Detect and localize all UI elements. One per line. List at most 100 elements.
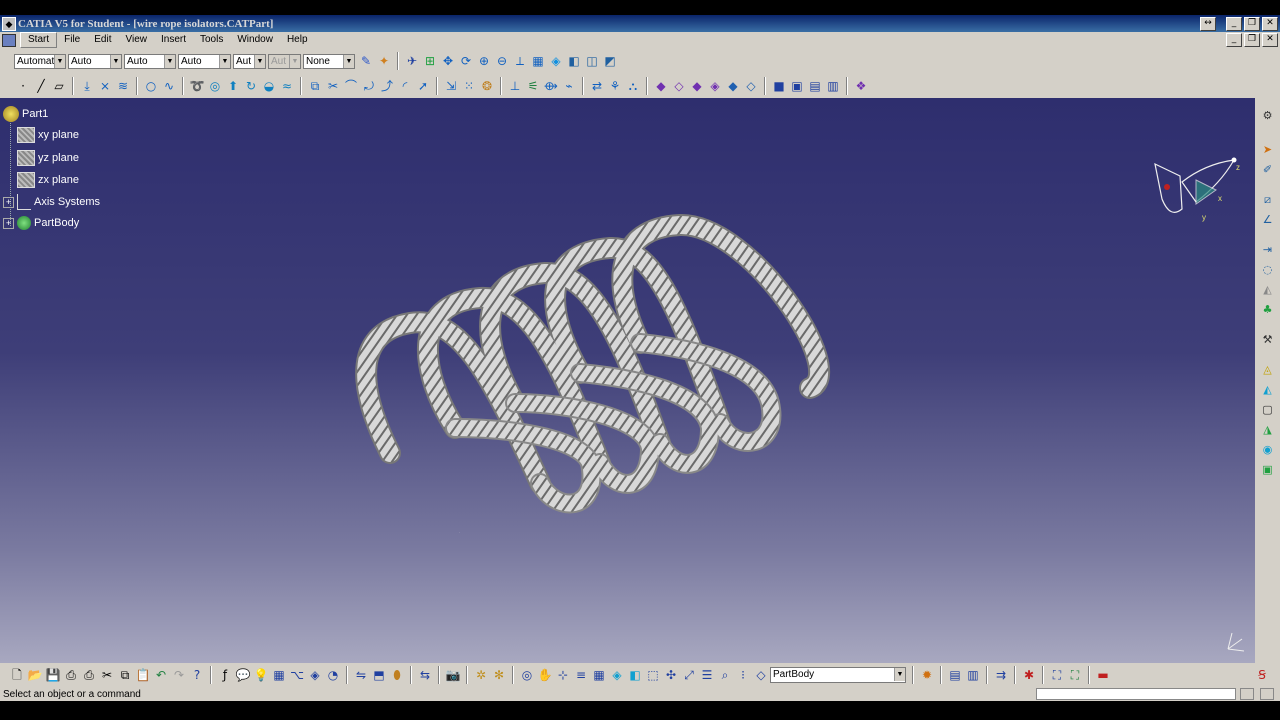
zoom-in-icon[interactable]: ⊕ bbox=[476, 53, 492, 69]
assemble-icon[interactable]: ▥ bbox=[825, 78, 841, 94]
properties-icon[interactable]: ✦ bbox=[376, 53, 392, 69]
doc-restore-button[interactable]: ❐ bbox=[1244, 33, 1260, 47]
formula-icon[interactable]: ƒ bbox=[217, 667, 233, 683]
layer-select[interactable]: Aut ▼ bbox=[268, 53, 301, 69]
spiral-icon[interactable]: ◎ bbox=[207, 78, 223, 94]
plane-create-icon[interactable]: ◬ bbox=[1260, 362, 1276, 378]
new-file-icon[interactable]: 🗋 bbox=[9, 667, 25, 683]
format-painter-icon[interactable]: ✎ bbox=[358, 53, 374, 69]
multi-view-icon[interactable]: ▦ bbox=[530, 53, 546, 69]
print-icon[interactable]: ⎙ bbox=[63, 667, 79, 683]
search-icon[interactable]: ⌕ bbox=[717, 667, 733, 683]
table-icon[interactable]: ▦ bbox=[271, 667, 287, 683]
stop-update-icon[interactable]: ⬮ bbox=[389, 667, 405, 683]
join-icon[interactable]: ⧉ bbox=[307, 78, 323, 94]
fit-selection-icon[interactable]: ⬚ bbox=[645, 667, 661, 683]
plane-tool-icon[interactable]: ▱ bbox=[51, 78, 67, 94]
measure-icon[interactable]: ⇥ bbox=[1260, 242, 1276, 258]
boundary-create-icon[interactable]: ◭ bbox=[1260, 382, 1276, 398]
menu-view[interactable]: View bbox=[118, 33, 154, 47]
define-work-object-icon[interactable]: ◇ bbox=[753, 667, 769, 683]
select-icon[interactable]: ➤ bbox=[1260, 142, 1276, 158]
menu-tools[interactable]: Tools bbox=[193, 33, 230, 47]
redo-icon[interactable]: ↷ bbox=[171, 667, 187, 683]
line-thickness-select[interactable]: Auto ▼ bbox=[124, 53, 176, 69]
3d-viewport[interactable]: Part1 xy plane yz plane zx plane + Axis … bbox=[0, 98, 1255, 663]
line-icon[interactable]: ╱ bbox=[33, 78, 49, 94]
surface-create-icon[interactable]: ◮ bbox=[1260, 422, 1276, 438]
apply-material-icon[interactable]: ♣ bbox=[1260, 302, 1276, 318]
move-icon[interactable]: ✣ bbox=[663, 667, 679, 683]
pocket-icon[interactable]: ◇ bbox=[671, 78, 687, 94]
stack-icon[interactable]: ⁝ bbox=[735, 667, 751, 683]
intersect-icon[interactable]: ⨯ bbox=[97, 78, 113, 94]
fillet-icon[interactable]: ◜ bbox=[397, 78, 413, 94]
minimize-button[interactable]: _ bbox=[1226, 16, 1242, 31]
isolate-icon[interactable]: ⚘ bbox=[607, 78, 623, 94]
circle-icon[interactable]: ○ bbox=[143, 78, 159, 94]
split-icon[interactable]: ✂ bbox=[325, 78, 341, 94]
menu-edit[interactable]: Edit bbox=[87, 33, 118, 47]
knowledge-advisor-icon[interactable]: ✱ bbox=[1021, 667, 1037, 683]
trim-icon[interactable]: ⌒ bbox=[343, 78, 359, 94]
doc-close-button[interactable]: ✕ bbox=[1262, 33, 1278, 47]
menu-window[interactable]: Window bbox=[230, 33, 280, 47]
line-color-select[interactable]: Auto ▼ bbox=[68, 53, 122, 69]
tree-item-zx-plane[interactable]: zx plane bbox=[17, 172, 79, 188]
swap-icon[interactable]: ⇆ bbox=[417, 667, 433, 683]
point-create-icon[interactable]: ▢ bbox=[1260, 402, 1276, 418]
lightbulb-icon[interactable]: 💡 bbox=[253, 667, 269, 683]
measure-item-icon[interactable]: ◌ bbox=[1260, 262, 1276, 278]
reference-element-icon[interactable]: ⛶ bbox=[1049, 667, 1065, 683]
rotate-icon[interactable]: ⟳ bbox=[458, 53, 474, 69]
menu-help[interactable]: Help bbox=[280, 33, 315, 47]
swap-visible-space-icon[interactable]: ◩ bbox=[602, 53, 618, 69]
helix-icon[interactable]: ➰ bbox=[189, 78, 205, 94]
analysis-icon[interactable]: ⟴ bbox=[543, 78, 559, 94]
extract-icon[interactable]: ⤴ bbox=[379, 78, 395, 94]
grid-icon[interactable]: ▦ bbox=[591, 667, 607, 683]
point-icon[interactable]: · bbox=[15, 78, 31, 94]
multi-section-icon[interactable]: ❖ bbox=[853, 78, 869, 94]
tree-expand-icon[interactable]: ≡ bbox=[573, 667, 589, 683]
hide-show-icon[interactable]: ◫ bbox=[584, 53, 600, 69]
command-input[interactable] bbox=[1036, 688, 1236, 700]
sphere-icon[interactable]: ◒ bbox=[261, 78, 277, 94]
macro-icon[interactable]: ◔ bbox=[325, 667, 341, 683]
knowledge-icon[interactable]: ❂ bbox=[479, 78, 495, 94]
view-cube-icon[interactable]: ◧ bbox=[627, 667, 643, 683]
zoom-out-icon[interactable]: ⊖ bbox=[494, 53, 510, 69]
current-body-select[interactable]: PartBody ▼ bbox=[770, 667, 906, 683]
render-style-select[interactable]: None ▼ bbox=[303, 53, 355, 69]
properties-list-icon[interactable]: ☰ bbox=[699, 667, 715, 683]
undo-icon[interactable]: ↶ bbox=[153, 667, 169, 683]
groove-icon[interactable]: ◈ bbox=[707, 78, 723, 94]
comment-icon[interactable]: 💬 bbox=[235, 667, 251, 683]
hole-icon[interactable]: ✹ bbox=[919, 667, 935, 683]
normal-view-icon[interactable]: ⟂ bbox=[512, 53, 528, 69]
pattern-icon[interactable]: ⁙ bbox=[461, 78, 477, 94]
replace-icon[interactable]: ⇄ bbox=[589, 78, 605, 94]
cut-icon[interactable]: ✂ bbox=[99, 667, 115, 683]
publish-icon[interactable]: ⇉ bbox=[993, 667, 1009, 683]
parallel-curve-icon[interactable]: ≋ bbox=[115, 78, 131, 94]
whats-this-icon[interactable]: ? bbox=[189, 667, 205, 683]
expand-icon[interactable]: + bbox=[3, 196, 14, 208]
spline-icon[interactable]: ∿ bbox=[161, 78, 177, 94]
instantiate-icon[interactable]: ⛶ bbox=[1067, 667, 1083, 683]
point-type-select[interactable]: Aut ▼ bbox=[233, 53, 266, 69]
wire-rope-spring-model[interactable] bbox=[350, 213, 870, 533]
copy-icon[interactable]: ⧉ bbox=[117, 667, 133, 683]
sweep-icon[interactable]: ≈ bbox=[279, 78, 295, 94]
group-icon[interactable]: ▤ bbox=[947, 667, 963, 683]
tree-root[interactable]: Part1 bbox=[3, 106, 48, 122]
manual-update-icon[interactable]: ⬒ bbox=[371, 667, 387, 683]
catalog-icon[interactable]: ◈ bbox=[307, 667, 323, 683]
resize-button[interactable]: ↔ bbox=[1200, 16, 1216, 31]
project-icon[interactable]: ⤓ bbox=[79, 78, 95, 94]
save-icon[interactable]: 💾 bbox=[45, 667, 61, 683]
close-button[interactable]: ✕ bbox=[1262, 16, 1278, 31]
parameter-icon[interactable]: ⚒ bbox=[1260, 332, 1276, 348]
hand-pan-icon[interactable]: ✋ bbox=[537, 667, 553, 683]
axis-view-icon[interactable]: ⊹ bbox=[555, 667, 571, 683]
